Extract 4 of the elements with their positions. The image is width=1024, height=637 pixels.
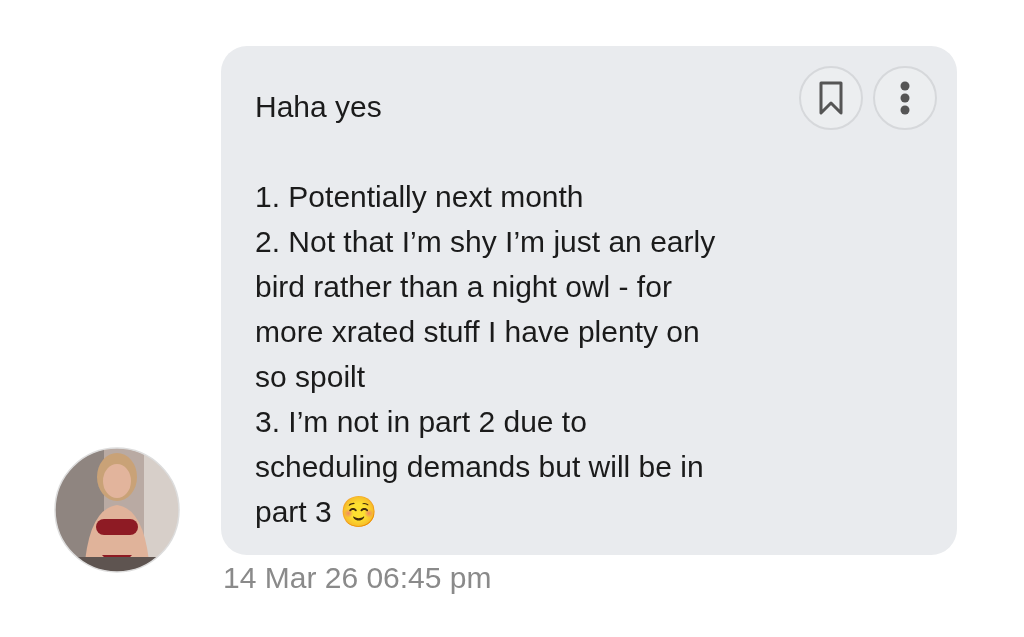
more-icon bbox=[900, 81, 910, 115]
bookmark-icon bbox=[818, 81, 844, 115]
message-text: Haha yes 1. Potentially next month 2. Not that I’m shy I’m just an early bird rather than a night owl - for more xrated stuff I have plenty on so spoilt 3. I’m not in part 2 due to scheduling demands but will be in part 3 ☺ bbox=[255, 89, 717, 530]
message-timestamp: 14 Mar 26 06:45 pm bbox=[222, 561, 493, 595]
